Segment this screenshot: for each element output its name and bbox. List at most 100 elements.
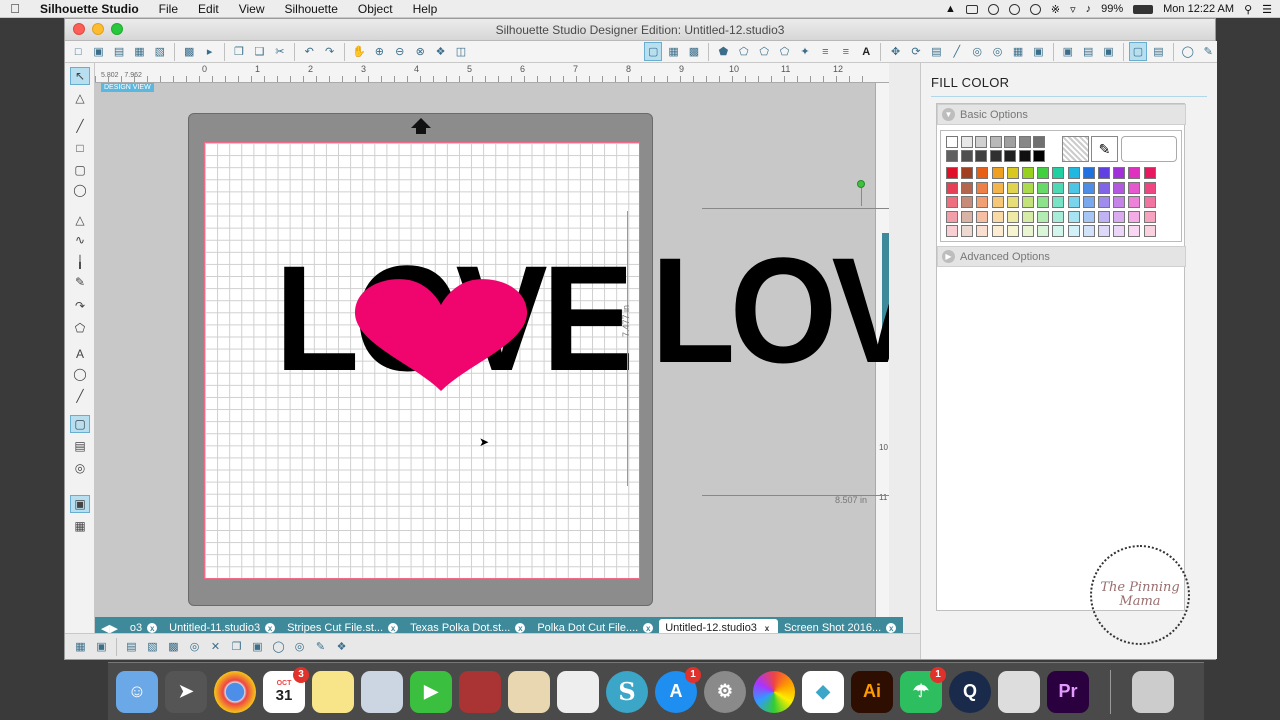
eyedropper-icon[interactable]: ✎ <box>1091 136 1118 162</box>
menu-object[interactable]: Object <box>348 2 403 16</box>
color-swatch[interactable] <box>1018 150 1031 162</box>
color-swatch[interactable] <box>1006 181 1019 194</box>
color-swatch[interactable] <box>946 167 958 179</box>
drive-icon[interactable]: ▲ <box>945 3 956 15</box>
duplicate-icon[interactable]: ❐ <box>227 637 246 656</box>
finder-icon[interactable]: ☺ <box>116 670 158 713</box>
text-tool-icon[interactable]: A <box>70 345 90 363</box>
color-swatch[interactable] <box>960 150 973 162</box>
drag-zoom-icon[interactable]: ❖ <box>431 42 449 61</box>
color-swatch[interactable] <box>961 210 974 223</box>
color-swatch[interactable] <box>946 136 958 148</box>
no-fill-swatch[interactable] <box>1062 136 1089 162</box>
smooth-tool-icon[interactable]: ↷ <box>70 297 90 315</box>
color-swatch[interactable] <box>1004 136 1016 148</box>
color-swatch[interactable] <box>1022 181 1034 194</box>
library-store-icon[interactable]: ▣ <box>1059 42 1077 61</box>
eyedropper-icon[interactable]: ✎ <box>1199 42 1217 61</box>
arc-tool-icon[interactable]: ╽ <box>70 253 90 271</box>
rotate-icon[interactable]: ⟳ <box>907 42 925 61</box>
knife-icon[interactable]: ╱ <box>948 42 966 61</box>
color-swatch[interactable] <box>1082 210 1095 223</box>
color-swatch[interactable] <box>946 210 958 223</box>
copy-icon[interactable]: ❐ <box>230 42 248 61</box>
point-edit-tool-icon[interactable]: △ <box>70 89 90 107</box>
cut-icon[interactable]: ✂ <box>271 42 289 61</box>
close-tab-icon[interactable]: x <box>643 623 654 633</box>
app-store-icon[interactable]: A1 <box>655 666 701 713</box>
color-swatch[interactable] <box>991 225 1004 237</box>
color-swatch[interactable] <box>961 181 974 194</box>
color-swatch[interactable] <box>1067 167 1080 179</box>
color-swatch[interactable] <box>1006 167 1019 179</box>
send-icon[interactable]: ▸ <box>200 42 218 61</box>
love-text-copy[interactable]: LOVI <box>651 225 889 395</box>
color-swatch[interactable] <box>1006 210 1019 223</box>
color-swatch[interactable] <box>1018 136 1031 148</box>
save-icon[interactable]: ▦ <box>130 42 148 61</box>
notification-icon[interactable]: ☰ <box>1262 3 1272 16</box>
system-preferences-icon[interactable]: ⚙ <box>704 670 746 713</box>
color-swatch[interactable] <box>1113 210 1126 223</box>
color-swatch[interactable] <box>991 181 1004 194</box>
color-swatch[interactable] <box>1113 225 1126 237</box>
color-swatch[interactable] <box>1033 136 1045 148</box>
color-swatch[interactable] <box>961 196 974 208</box>
save-as-icon[interactable]: ▧ <box>151 42 169 61</box>
send-to-cut-icon[interactable]: ❖ <box>332 637 351 656</box>
color-swatch[interactable] <box>1052 196 1065 208</box>
close-window-button[interactable] <box>73 23 85 35</box>
color-swatch[interactable] <box>976 196 989 208</box>
color-swatch[interactable] <box>1082 181 1095 194</box>
numbers-icon[interactable] <box>557 670 599 713</box>
battery-icon[interactable] <box>1133 4 1154 14</box>
notes-icon[interactable] <box>312 670 354 713</box>
zoom-window-button[interactable] <box>111 23 123 35</box>
cut-settings-icon[interactable]: ▤ <box>1079 42 1097 61</box>
page-view-tool-icon[interactable]: ▢ <box>70 415 90 433</box>
ungroup-icon[interactable]: ▣ <box>92 637 111 656</box>
offset-icon[interactable]: ◎ <box>988 42 1006 61</box>
modify-icon[interactable]: ▣ <box>1029 42 1047 61</box>
paste-icon[interactable]: ❑ <box>250 42 268 61</box>
close-tab-icon[interactable]: x <box>265 623 276 633</box>
color-swatch[interactable] <box>991 167 1004 179</box>
pentagon-tool-icon[interactable]: ⬠ <box>70 319 90 337</box>
clock-label[interactable]: Mon 12:22 AM <box>1163 3 1234 15</box>
book-tool-icon[interactable]: ▤ <box>70 437 90 455</box>
line-weight-icon[interactable]: ≡ <box>837 42 855 61</box>
line-color-icon[interactable]: ⬠ <box>775 42 793 61</box>
photo-booth-icon[interactable] <box>459 670 501 713</box>
group-icon[interactable]: ▦ <box>71 637 90 656</box>
color-swatch[interactable] <box>1037 181 1050 194</box>
close-tab-icon[interactable]: x <box>515 623 526 633</box>
color-swatch[interactable] <box>989 150 1002 162</box>
color-swatch[interactable] <box>1113 167 1126 179</box>
menu-edit[interactable]: Edit <box>188 2 229 16</box>
color-swatch[interactable] <box>1128 167 1141 179</box>
color-swatch[interactable] <box>1098 225 1110 237</box>
color-swatch[interactable] <box>1006 225 1019 237</box>
design-canvas[interactable]: 5.802 , 7.962 0 1 2 3 4 5 6 7 8 9 10 11 … <box>95 63 889 617</box>
zoom-select-icon[interactable]: ⊗ <box>411 42 429 61</box>
select-tool-icon[interactable]: ↖ <box>70 67 90 85</box>
redo-icon[interactable]: ↷ <box>320 42 338 61</box>
color-swatch[interactable] <box>1037 196 1050 208</box>
color-swatch[interactable] <box>975 150 987 162</box>
offset-tool-icon[interactable]: ◎ <box>290 637 309 656</box>
line-style-icon[interactable]: ≡ <box>816 42 834 61</box>
illustrator-icon[interactable]: Ai <box>851 670 893 713</box>
close-tab-icon[interactable]: x <box>886 623 897 633</box>
evernote-icon[interactable]: ☂ 1 <box>900 666 946 713</box>
undo-icon[interactable]: ↶ <box>300 42 318 61</box>
rectangle-tool-icon[interactable]: □ <box>70 139 90 157</box>
open-icon[interactable]: ▣ <box>89 42 107 61</box>
color-swatch[interactable] <box>1067 196 1080 208</box>
color-swatch[interactable] <box>1143 196 1156 208</box>
zoom-out-icon[interactable]: ⊖ <box>391 42 409 61</box>
silhouette-studio-icon[interactable]: S <box>606 670 648 713</box>
color-swatch[interactable] <box>1037 225 1050 237</box>
close-tab-icon[interactable]: x <box>147 623 158 633</box>
calendar-icon[interactable]: OCT 31 3 <box>263 666 309 713</box>
wifi-icon[interactable]: ▿ <box>1070 3 1076 16</box>
